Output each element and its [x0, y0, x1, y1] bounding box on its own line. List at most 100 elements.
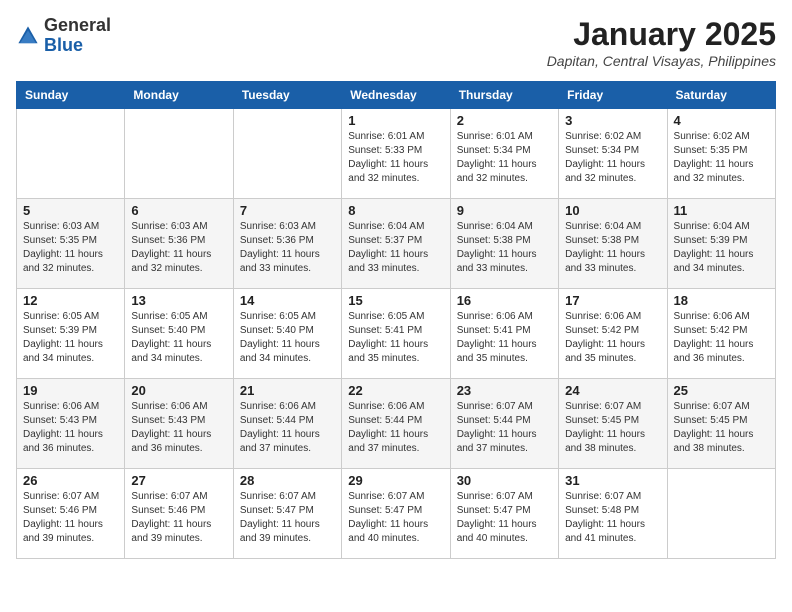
calendar-cell: 10 Sunrise: 6:04 AMSunset: 5:38 PMDayligh…	[559, 199, 667, 289]
calendar-header-row: SundayMondayTuesdayWednesdayThursdayFrid…	[17, 82, 776, 109]
calendar-week-row: 12Sunrise: 6:05 AMSunset: 5:39 PMDayligh…	[17, 289, 776, 379]
day-number: 11	[674, 203, 769, 218]
day-number: 22	[348, 383, 443, 398]
day-number: 23	[457, 383, 552, 398]
col-header-saturday: Saturday	[667, 82, 775, 109]
calendar-cell: 23 Sunrise: 6:07 AMSunset: 5:44 PMDayligh…	[450, 379, 558, 469]
day-number: 30	[457, 473, 552, 488]
col-header-thursday: Thursday	[450, 82, 558, 109]
calendar-cell: 3 Sunrise: 6:02 AMSunset: 5:34 PMDaylight…	[559, 109, 667, 199]
calendar-table: SundayMondayTuesdayWednesdayThursdayFrid…	[16, 81, 776, 559]
day-number: 10	[565, 203, 660, 218]
day-info: Sunrise: 6:07 AMSunset: 5:47 PMDaylight:…	[348, 490, 443, 546]
day-info: Sunrise: 6:07 AMSunset: 5:46 PMDaylight:…	[131, 490, 226, 546]
day-number: 21	[240, 383, 335, 398]
day-number: 24	[565, 383, 660, 398]
calendar-cell: 26Sunrise: 6:07 AMSunset: 5:46 PMDayligh…	[17, 469, 125, 559]
calendar-cell: 12Sunrise: 6:05 AMSunset: 5:39 PMDayligh…	[17, 289, 125, 379]
day-info: Sunrise: 6:06 AMSunset: 5:42 PMDaylight:…	[674, 310, 769, 366]
calendar-cell: 11 Sunrise: 6:04 AMSunset: 5:39 PMDayligh…	[667, 199, 775, 289]
day-number: 2	[457, 113, 552, 128]
logo-general-text: General	[44, 15, 111, 35]
calendar-cell: 30 Sunrise: 6:07 AMSunset: 5:47 PMDayligh…	[450, 469, 558, 559]
day-number: 6	[131, 203, 226, 218]
calendar-cell	[17, 109, 125, 199]
day-number: 9	[457, 203, 552, 218]
calendar-week-row: 1 Sunrise: 6:01 AMSunset: 5:33 PMDaylight…	[17, 109, 776, 199]
day-info: Sunrise: 6:06 AMSunset: 5:44 PMDaylight:…	[348, 400, 443, 456]
day-info: Sunrise: 6:07 AMSunset: 5:47 PMDaylight:…	[457, 490, 552, 546]
calendar-cell: 22 Sunrise: 6:06 AMSunset: 5:44 PMDayligh…	[342, 379, 450, 469]
calendar-cell: 15 Sunrise: 6:05 AMSunset: 5:41 PMDayligh…	[342, 289, 450, 379]
calendar-cell	[233, 109, 341, 199]
day-info: Sunrise: 6:02 AMSunset: 5:35 PMDaylight:…	[674, 130, 769, 186]
day-number: 19	[23, 383, 118, 398]
day-number: 25	[674, 383, 769, 398]
day-info: Sunrise: 6:01 AMSunset: 5:33 PMDaylight:…	[348, 130, 443, 186]
day-number: 29	[348, 473, 443, 488]
day-info: Sunrise: 6:07 AMSunset: 5:45 PMDaylight:…	[674, 400, 769, 456]
day-number: 12	[23, 293, 118, 308]
day-info: Sunrise: 6:05 AMSunset: 5:40 PMDaylight:…	[240, 310, 335, 366]
calendar-cell: 21 Sunrise: 6:06 AMSunset: 5:44 PMDayligh…	[233, 379, 341, 469]
day-number: 15	[348, 293, 443, 308]
calendar-cell: 29 Sunrise: 6:07 AMSunset: 5:47 PMDayligh…	[342, 469, 450, 559]
day-number: 27	[131, 473, 226, 488]
col-header-wednesday: Wednesday	[342, 82, 450, 109]
day-info: Sunrise: 6:05 AMSunset: 5:40 PMDaylight:…	[131, 310, 226, 366]
day-info: Sunrise: 6:06 AMSunset: 5:43 PMDaylight:…	[23, 400, 118, 456]
calendar-cell: 16 Sunrise: 6:06 AMSunset: 5:41 PMDayligh…	[450, 289, 558, 379]
day-info: Sunrise: 6:04 AMSunset: 5:37 PMDaylight:…	[348, 220, 443, 276]
day-number: 13	[131, 293, 226, 308]
day-number: 20	[131, 383, 226, 398]
day-number: 14	[240, 293, 335, 308]
day-info: Sunrise: 6:06 AMSunset: 5:41 PMDaylight:…	[457, 310, 552, 366]
calendar-cell: 2 Sunrise: 6:01 AMSunset: 5:34 PMDaylight…	[450, 109, 558, 199]
day-info: Sunrise: 6:04 AMSunset: 5:39 PMDaylight:…	[674, 220, 769, 276]
month-title: January 2025	[547, 16, 776, 53]
col-header-monday: Monday	[125, 82, 233, 109]
calendar-cell: 13 Sunrise: 6:05 AMSunset: 5:40 PMDayligh…	[125, 289, 233, 379]
day-number: 1	[348, 113, 443, 128]
day-number: 31	[565, 473, 660, 488]
day-number: 17	[565, 293, 660, 308]
day-info: Sunrise: 6:02 AMSunset: 5:34 PMDaylight:…	[565, 130, 660, 186]
day-number: 7	[240, 203, 335, 218]
calendar-cell: 5Sunrise: 6:03 AMSunset: 5:35 PMDaylight…	[17, 199, 125, 289]
calendar-cell: 4Sunrise: 6:02 AMSunset: 5:35 PMDaylight…	[667, 109, 775, 199]
title-block: January 2025 Dapitan, Central Visayas, P…	[547, 16, 776, 69]
calendar-cell: 20Sunrise: 6:06 AMSunset: 5:43 PMDayligh…	[125, 379, 233, 469]
calendar-cell: 9 Sunrise: 6:04 AMSunset: 5:38 PMDaylight…	[450, 199, 558, 289]
day-info: Sunrise: 6:07 AMSunset: 5:48 PMDaylight:…	[565, 490, 660, 546]
calendar-cell: 24 Sunrise: 6:07 AMSunset: 5:45 PMDayligh…	[559, 379, 667, 469]
day-number: 18	[674, 293, 769, 308]
day-info: Sunrise: 6:03 AMSunset: 5:36 PMDaylight:…	[131, 220, 226, 276]
calendar-cell	[667, 469, 775, 559]
day-info: Sunrise: 6:04 AMSunset: 5:38 PMDaylight:…	[457, 220, 552, 276]
day-info: Sunrise: 6:01 AMSunset: 5:34 PMDaylight:…	[457, 130, 552, 186]
day-number: 16	[457, 293, 552, 308]
calendar-cell: 7 Sunrise: 6:03 AMSunset: 5:36 PMDaylight…	[233, 199, 341, 289]
calendar-cell: 18 Sunrise: 6:06 AMSunset: 5:42 PMDayligh…	[667, 289, 775, 379]
calendar-cell: 31 Sunrise: 6:07 AMSunset: 5:48 PMDayligh…	[559, 469, 667, 559]
calendar-cell: 17Sunrise: 6:06 AMSunset: 5:42 PMDayligh…	[559, 289, 667, 379]
calendar-cell: 25 Sunrise: 6:07 AMSunset: 5:45 PMDayligh…	[667, 379, 775, 469]
calendar-cell: 6 Sunrise: 6:03 AMSunset: 5:36 PMDaylight…	[125, 199, 233, 289]
col-header-tuesday: Tuesday	[233, 82, 341, 109]
day-info: Sunrise: 6:07 AMSunset: 5:45 PMDaylight:…	[565, 400, 660, 456]
day-info: Sunrise: 6:07 AMSunset: 5:47 PMDaylight:…	[240, 490, 335, 546]
page-header: General Blue January 2025 Dapitan, Centr…	[16, 16, 776, 69]
calendar-cell: 1 Sunrise: 6:01 AMSunset: 5:33 PMDaylight…	[342, 109, 450, 199]
calendar-cell	[125, 109, 233, 199]
logo: General Blue	[16, 16, 111, 56]
day-number: 5	[23, 203, 118, 218]
day-number: 3	[565, 113, 660, 128]
col-header-sunday: Sunday	[17, 82, 125, 109]
calendar-week-row: 5Sunrise: 6:03 AMSunset: 5:35 PMDaylight…	[17, 199, 776, 289]
day-info: Sunrise: 6:04 AMSunset: 5:38 PMDaylight:…	[565, 220, 660, 276]
day-info: Sunrise: 6:06 AMSunset: 5:44 PMDaylight:…	[240, 400, 335, 456]
day-info: Sunrise: 6:05 AMSunset: 5:41 PMDaylight:…	[348, 310, 443, 366]
day-info: Sunrise: 6:07 AMSunset: 5:46 PMDaylight:…	[23, 490, 118, 546]
day-info: Sunrise: 6:03 AMSunset: 5:36 PMDaylight:…	[240, 220, 335, 276]
day-info: Sunrise: 6:07 AMSunset: 5:44 PMDaylight:…	[457, 400, 552, 456]
